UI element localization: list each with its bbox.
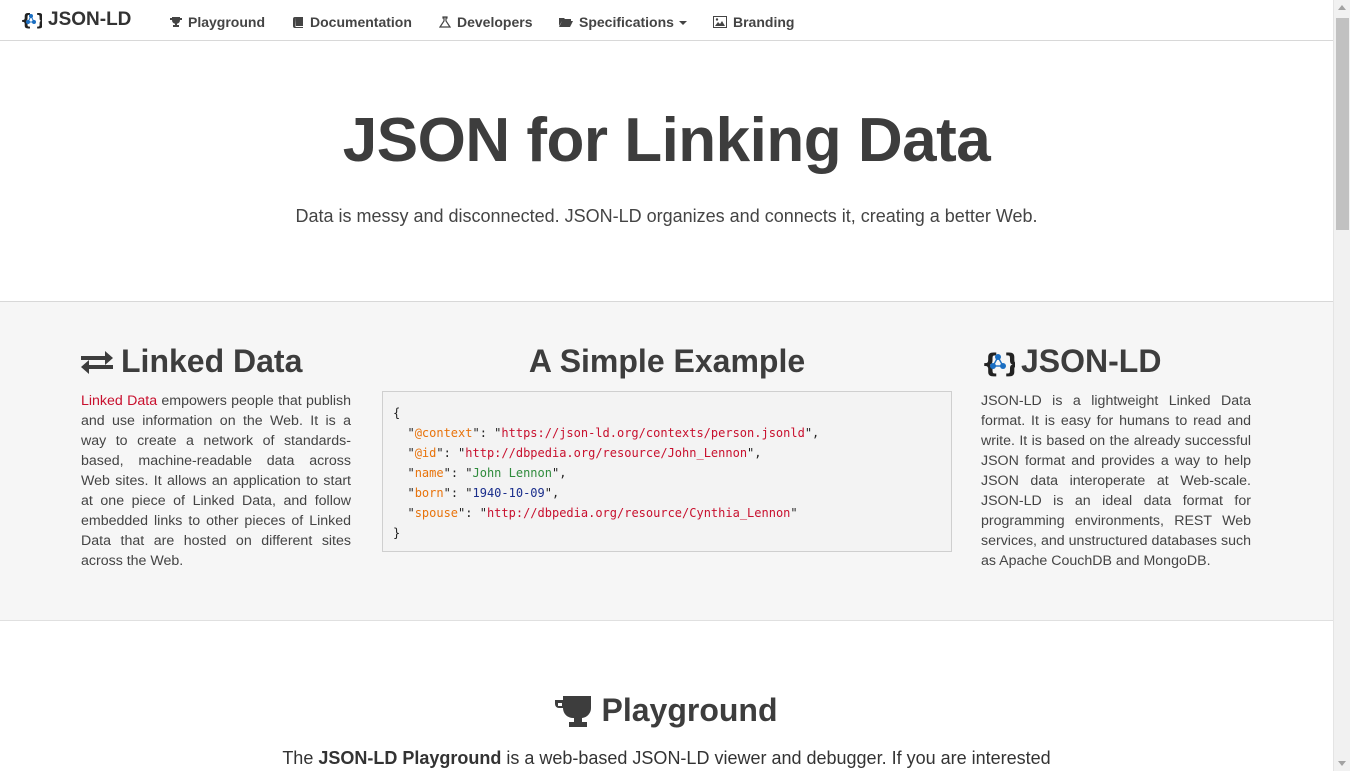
page-title: JSON for Linking Data bbox=[342, 106, 991, 175]
playground-description: The JSON-LD Playground is a web-based JS… bbox=[0, 748, 1333, 769]
nav-developers[interactable]: Developers bbox=[439, 14, 532, 30]
playground-text-pre: The bbox=[282, 748, 319, 768]
code-key: born bbox=[414, 486, 444, 500]
linked-data-link[interactable]: Linked Data bbox=[81, 393, 157, 409]
playground-text-post: is a web-based JSON-LD viewer and debugg… bbox=[501, 748, 1051, 768]
chevron-down-icon bbox=[678, 21, 687, 25]
nav-developers-label: Developers bbox=[457, 14, 533, 30]
code-key: @context bbox=[414, 426, 473, 440]
code-value: John Lennon bbox=[472, 466, 552, 480]
vertical-scrollbar[interactable] bbox=[1333, 0, 1350, 771]
exchange-icon bbox=[81, 350, 113, 374]
jsonld-title: JSON-LD bbox=[1021, 343, 1162, 379]
nav-branding-label: Branding bbox=[733, 14, 795, 30]
linked-data-body: empowers people that publish and use inf… bbox=[81, 393, 351, 569]
code-open-brace: { bbox=[393, 406, 401, 420]
playground-link[interactable]: JSON-LD Playground bbox=[318, 748, 501, 768]
nav-documentation-label: Documentation bbox=[310, 14, 412, 30]
code-key: @id bbox=[414, 446, 437, 460]
image-icon bbox=[713, 16, 727, 28]
nav-specifications[interactable]: Specifications bbox=[559, 14, 687, 30]
example-title: A Simple Example bbox=[528, 343, 806, 379]
jsonld-heading: { } JSON-LD bbox=[981, 343, 1161, 380]
code-key: name bbox=[414, 466, 444, 480]
example-heading: A Simple Example bbox=[382, 343, 952, 380]
trophy-icon bbox=[555, 695, 592, 727]
code-close-brace: } bbox=[393, 526, 401, 540]
trophy-icon bbox=[170, 17, 182, 27]
folder-open-icon bbox=[559, 18, 573, 27]
top-navbar: { } JSON-LD Playground Documentation Dev… bbox=[0, 0, 1333, 41]
nav-specifications-label: Specifications bbox=[579, 14, 674, 30]
code-key: spouse bbox=[414, 506, 459, 520]
hero-subtitle: Data is messy and disconnected. JSON-LD … bbox=[295, 206, 1038, 226]
scroll-up-arrow-icon[interactable] bbox=[1338, 5, 1346, 10]
linked-data-title: Linked Data bbox=[121, 343, 303, 379]
scroll-down-arrow-icon[interactable] bbox=[1338, 761, 1346, 766]
svg-text:{: { bbox=[20, 11, 32, 30]
nav-playground[interactable]: Playground bbox=[170, 14, 265, 30]
playground-heading: Playground bbox=[0, 692, 1333, 729]
svg-text:}: } bbox=[1003, 349, 1015, 377]
brand-link[interactable]: { } JSON-LD bbox=[20, 9, 131, 31]
nav-documentation[interactable]: Documentation bbox=[292, 14, 412, 30]
flask-icon bbox=[439, 16, 451, 28]
playground-title: Playground bbox=[601, 692, 778, 728]
code-value: 1940-10-09 bbox=[472, 486, 545, 500]
json-ld-logo-icon: { } bbox=[20, 11, 42, 30]
code-value: http://dbpedia.org/resource/John_Lennon bbox=[465, 446, 748, 460]
linked-data-heading: Linked Data bbox=[81, 343, 302, 380]
jsonld-description: JSON-LD is a lightweight Linked Data for… bbox=[981, 393, 1251, 569]
linked-data-description: Linked Data empowers people that publish… bbox=[81, 391, 351, 571]
book-icon bbox=[293, 17, 303, 28]
json-ld-logo-icon: { } bbox=[981, 349, 1015, 377]
svg-text:{: { bbox=[981, 349, 1000, 377]
nav-playground-label: Playground bbox=[188, 14, 266, 30]
svg-text:}: } bbox=[35, 11, 42, 30]
code-example: { "@context": "https://json-ld.org/conte… bbox=[382, 391, 952, 552]
nav-branding[interactable]: Branding bbox=[713, 14, 794, 30]
code-value: https://json-ld.org/contexts/person.json… bbox=[501, 426, 805, 440]
scrollbar-thumb[interactable] bbox=[1336, 18, 1349, 230]
code-value: http://dbpedia.org/resource/Cynthia_Lenn… bbox=[486, 506, 791, 520]
brand-label: JSON-LD bbox=[48, 9, 132, 30]
